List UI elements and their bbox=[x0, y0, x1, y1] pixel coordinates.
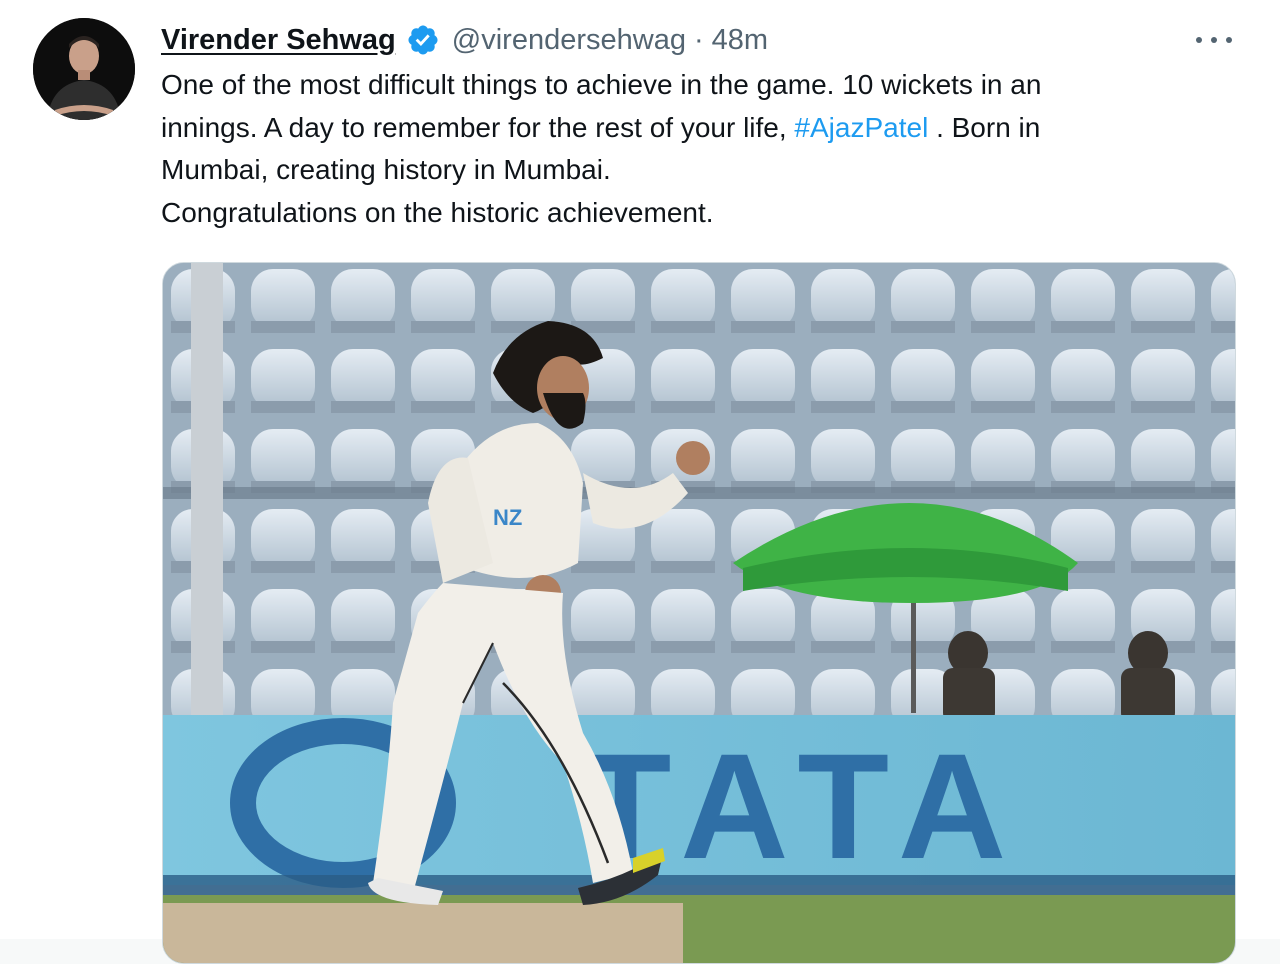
more-dot bbox=[1211, 37, 1217, 43]
tweet-media-photo[interactable]: TATA NZ bbox=[162, 262, 1236, 964]
timestamp[interactable]: 48m bbox=[712, 24, 768, 57]
tweet-header: Virender Sehwag @virendersehwag · 48m bbox=[161, 20, 768, 60]
header-separator: · bbox=[693, 23, 704, 56]
tweet-text: One of the most difficult things to achi… bbox=[161, 64, 1221, 234]
author-handle[interactable]: @virendersehwag bbox=[452, 24, 686, 57]
avatar-photo bbox=[33, 18, 135, 120]
more-dot bbox=[1196, 37, 1202, 43]
more-options-icon[interactable] bbox=[1196, 22, 1232, 58]
tweet-text-line-3: Mumbai, creating history in Mumbai. bbox=[161, 154, 611, 185]
avatar[interactable] bbox=[33, 18, 135, 120]
tweet-card[interactable]: Virender Sehwag @virendersehwag · 48m On… bbox=[0, 0, 1280, 964]
author-name[interactable]: Virender Sehwag bbox=[161, 24, 396, 57]
verified-badge-icon bbox=[408, 25, 438, 55]
pillar bbox=[191, 263, 223, 723]
tweet-text-segment: . Born in bbox=[928, 111, 1041, 143]
tweet-text-line-4: Congratulations on the historic achievem… bbox=[161, 196, 714, 228]
tweet-text-segment: innings. A day to remember for the rest … bbox=[161, 111, 795, 143]
tweet-text-line-2: innings. A day to remember for the rest … bbox=[161, 107, 1221, 150]
more-dot bbox=[1226, 37, 1232, 43]
jersey-text: NZ bbox=[493, 505, 522, 530]
hashtag-link[interactable]: #AjazPatel bbox=[794, 112, 928, 143]
cricket-photo: TATA NZ bbox=[163, 263, 1235, 963]
railing bbox=[163, 487, 1235, 499]
tweet-text-line-1: One of the most difficult things to achi… bbox=[161, 69, 1042, 100]
